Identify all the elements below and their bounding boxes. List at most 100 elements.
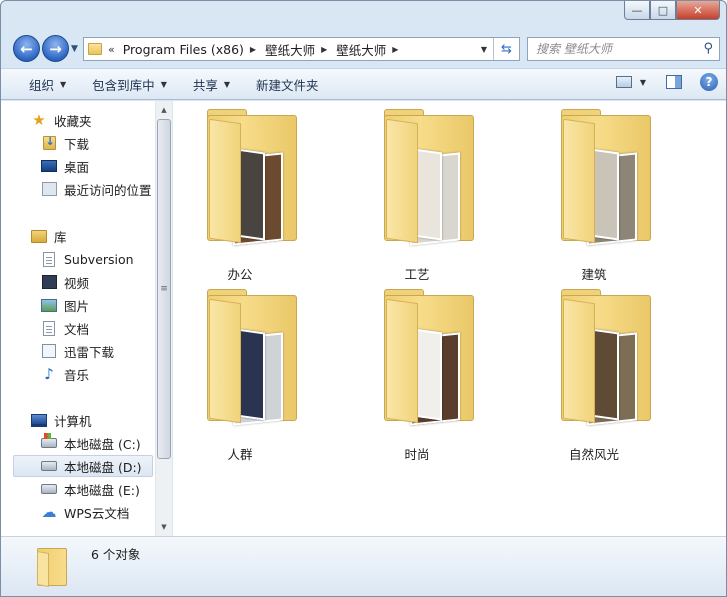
overflow-chevron-icon[interactable]: «	[108, 43, 115, 56]
scroll-up-arrow-icon[interactable]: ▲	[156, 102, 172, 118]
breadcrumb-item[interactable]: 壁纸大师	[265, 40, 315, 59]
refresh-button[interactable]: ⇆	[493, 38, 519, 60]
cloud-icon: ☁	[41, 503, 57, 521]
arrow-right-icon: →	[49, 39, 62, 58]
folder-name: 建筑	[581, 267, 607, 282]
nav-label: 本地磁盘 (E:)	[64, 482, 140, 498]
chevron-down-icon: ▼	[60, 79, 67, 89]
nav-libraries[interactable]: 库	[31, 225, 67, 247]
nav-item-drive-e[interactable]: 本地磁盘 (E:)	[41, 478, 140, 500]
nav-item-downloads[interactable]: 下载	[41, 132, 89, 154]
navigation-row: ← → ▼ « Program Files (x86) ▶ 壁纸大师 ▶ 壁纸大…	[1, 31, 726, 67]
desktop-icon	[41, 158, 57, 174]
nav-label: 本地磁盘 (D:)	[64, 459, 142, 475]
library-icon	[31, 228, 47, 244]
pictures-icon	[41, 297, 57, 313]
breadcrumb-separator-icon[interactable]: ▶	[321, 45, 327, 54]
include-in-library-button[interactable]: 包含到库中 ▼	[82, 72, 177, 96]
folder-item[interactable]: 自然风光	[529, 287, 659, 469]
address-history-dropdown[interactable]: ▼	[477, 38, 491, 60]
star-icon: ★	[32, 111, 46, 129]
folder-front-flap	[386, 298, 418, 424]
nav-item-drive-c[interactable]: 本地磁盘 (C:)	[41, 432, 141, 454]
folder-name: 人群	[227, 447, 253, 462]
navigation-pane-scrollbar[interactable]: ▲ ≡ ▼	[155, 101, 172, 536]
nav-item-thunder-downloads[interactable]: 迅雷下载	[41, 340, 114, 362]
folder-name: 办公	[227, 267, 253, 282]
share-button[interactable]: 共享 ▼	[183, 72, 240, 96]
video-icon	[41, 274, 57, 290]
nav-item-drive-d[interactable]: 本地磁盘 (D:)	[13, 455, 153, 477]
nav-label: WPS云文档	[64, 505, 130, 521]
nav-label: 视频	[64, 275, 90, 291]
scroll-thumb[interactable]: ≡	[157, 119, 171, 459]
refresh-icon: ⇆	[501, 41, 512, 57]
nav-item-documents[interactable]: 文档	[41, 317, 89, 339]
view-controls: ▼ ?	[615, 73, 718, 91]
nav-label: 库	[54, 229, 67, 245]
nav-item-subversion[interactable]: Subversion	[41, 248, 134, 270]
help-icon[interactable]: ?	[700, 73, 718, 91]
drive-icon	[41, 458, 57, 474]
nav-item-wps-cloud[interactable]: ☁ WPS云文档	[41, 501, 130, 523]
caption-buttons: — □ ✕	[624, 1, 720, 22]
search-input[interactable]	[536, 42, 696, 56]
folder-icon	[88, 43, 102, 55]
organize-button[interactable]: 组织 ▼	[19, 72, 76, 96]
preview-pane-icon[interactable]	[666, 75, 682, 89]
breadcrumb-separator-icon[interactable]: ▶	[250, 45, 256, 54]
nav-item-music[interactable]: ♪ 音乐	[41, 363, 89, 385]
nav-label: 音乐	[64, 367, 90, 383]
explorer-window: — □ ✕ ← → ▼ « Program Files (x86) ▶ 壁纸大师…	[0, 0, 727, 597]
breadcrumb-item[interactable]: 壁纸大师	[336, 40, 386, 59]
nav-label: 文档	[64, 321, 90, 337]
nav-label: 桌面	[64, 159, 90, 175]
nav-label: 下载	[64, 136, 90, 152]
breadcrumb: Program Files (x86) ▶ 壁纸大师 ▶ 壁纸大师 ▶	[123, 40, 408, 59]
navigation-pane: ★ 收藏夹 下载 桌面 最近访问的位置 库 Subversion 视频	[1, 101, 155, 536]
back-button[interactable]: ←	[13, 35, 40, 62]
nav-item-videos[interactable]: 视频	[41, 271, 89, 293]
nav-item-pictures[interactable]: 图片	[41, 294, 89, 316]
forward-button[interactable]: →	[42, 35, 69, 62]
nav-item-desktop[interactable]: 桌面	[41, 155, 89, 177]
breadcrumb-separator-icon[interactable]: ▶	[392, 45, 398, 54]
details-pane: 6 个对象	[1, 536, 726, 596]
close-button[interactable]: ✕	[676, 1, 720, 20]
chevron-down-icon: ▼	[160, 79, 167, 89]
folder-item[interactable]: 建筑	[529, 107, 659, 289]
minimize-button[interactable]: —	[624, 1, 650, 20]
folder-item[interactable]: 办公	[175, 107, 305, 289]
documents-icon	[41, 320, 57, 336]
nav-label: 图片	[64, 298, 90, 314]
scroll-down-arrow-icon[interactable]: ▼	[156, 519, 172, 535]
breadcrumb-item[interactable]: Program Files (x86)	[123, 42, 244, 57]
document-library-icon	[41, 251, 57, 267]
system-drive-icon	[41, 433, 57, 451]
folder-item[interactable]: 时尚	[352, 287, 482, 469]
address-bar[interactable]: « Program Files (x86) ▶ 壁纸大师 ▶ 壁纸大师 ▶ ▼ …	[83, 37, 520, 61]
folder-item[interactable]: 工艺	[352, 107, 482, 289]
new-folder-label: 新建文件夹	[256, 77, 319, 93]
maximize-button[interactable]: □	[650, 1, 676, 20]
change-view-icon[interactable]	[615, 76, 632, 88]
computer-icon	[31, 412, 47, 428]
nav-item-recent-places[interactable]: 最近访问的位置	[41, 178, 152, 200]
folder-item[interactable]: 人群	[175, 287, 305, 469]
nav-label: Subversion	[64, 251, 134, 267]
nav-label: 计算机	[54, 413, 92, 429]
thunder-download-icon	[41, 343, 57, 359]
nav-label: 迅雷下载	[64, 344, 115, 360]
folder-icon	[33, 546, 69, 588]
nav-computer[interactable]: 计算机	[31, 409, 92, 431]
search-box[interactable]: ⚲	[527, 37, 720, 61]
chevron-down-icon: ▼	[223, 79, 231, 89]
music-note-icon: ♪	[44, 365, 54, 383]
folder-name: 自然风光	[568, 447, 619, 462]
view-options-dropdown[interactable]: ▼	[640, 78, 646, 87]
nav-favorites[interactable]: ★ 收藏夹	[31, 109, 91, 131]
search-icon[interactable]: ⚲	[703, 41, 713, 56]
nav-label: 本地磁盘 (C:)	[64, 436, 141, 452]
recent-pages-dropdown[interactable]: ▼	[71, 44, 78, 54]
new-folder-button[interactable]: 新建文件夹	[246, 72, 329, 96]
